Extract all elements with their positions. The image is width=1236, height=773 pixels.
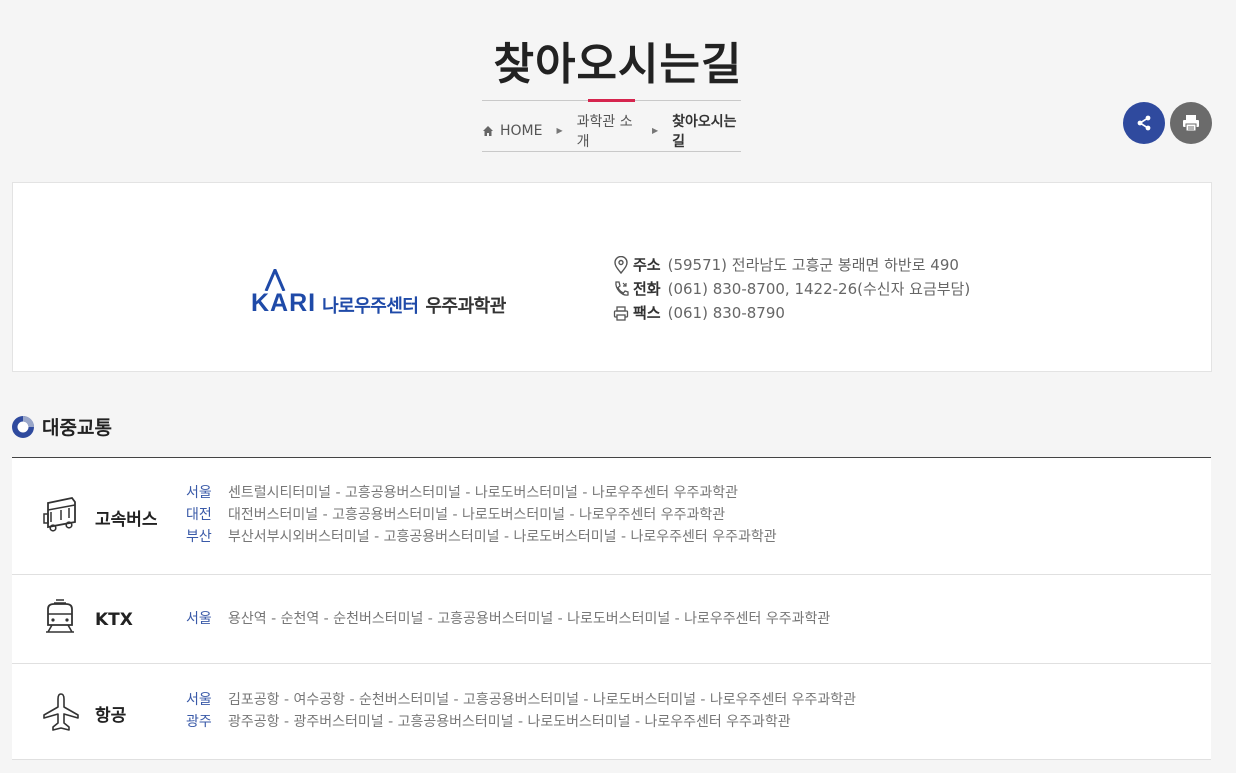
route-item: 광주 광주공항 - 광주버스터미널 - 고흥공용버스터미널 - 나로도버스터미널… — [186, 711, 856, 733]
route-city: 대전 — [186, 507, 212, 523]
route-path: 용산역 - 순천역 - 순천버스터미널 - 고흥공용버스터미널 - 나로도버스터… — [228, 611, 831, 627]
phone-label: 전화 — [633, 280, 661, 298]
address-label: 주소 — [633, 256, 661, 274]
bus-icon — [43, 497, 76, 532]
breadcrumb-separator-icon: ▶ — [651, 126, 659, 135]
transit-mode-name: KTX — [95, 610, 133, 630]
route-city: 광주 — [186, 714, 212, 730]
route-city: 서울 — [186, 611, 212, 627]
route-path: 광주공항 - 광주버스터미널 - 고흥공용버스터미널 - 나로도버스터미널 - … — [228, 714, 791, 730]
contact-info-box: KARI 나로우주센터 우주과학관 주소 (59571) 전라남도 고흥군 봉래… — [12, 182, 1212, 372]
route-path: 센트럴시티터미널 - 고흥공용버스터미널 - 나로도버스터미널 - 나로우주센터… — [228, 485, 738, 501]
route-path: 부산서부시외버스터미널 - 고흥공용버스터미널 - 나로도버스터미널 - 나로우… — [228, 529, 777, 545]
transit-mode-ktx: KTX 서울 용산역 - 순천역 - 순천버스터미널 - 고흥공용버스터미널 -… — [12, 575, 1211, 664]
airplane-icon — [43, 693, 79, 731]
title-accent-bar — [588, 99, 635, 102]
phone-row: 전화 (061) 830-8700, 1422-26(수신자 요금부담) — [613, 277, 970, 301]
logo-museum-text: 우주과학관 — [425, 296, 506, 317]
route-list: 서울 김포공항 - 여수공항 - 순천버스터미널 - 고흥공용버스터미널 - 나… — [186, 689, 856, 733]
route-city: 서울 — [186, 692, 212, 708]
contact-list: 주소 (59571) 전라남도 고흥군 봉래면 하반로 490 전화 (061)… — [613, 253, 970, 325]
phone-value: (061) 830-8700, 1422-26(수신자 요금부담) — [667, 280, 971, 298]
train-icon — [46, 599, 74, 633]
fax-row: 팩스 (061) 830-8790 — [613, 301, 970, 325]
breadcrumb-current: 찾아오시는길 — [672, 114, 737, 150]
breadcrumb-home[interactable]: HOME — [500, 123, 542, 139]
museum-logo: KARI 나로우주센터 우주과학관 — [251, 266, 506, 316]
transit-section-title: 대중교통 — [42, 417, 112, 439]
route-list: 서울 용산역 - 순천역 - 순천버스터미널 - 고흥공용버스터미널 - 나로도… — [186, 608, 830, 630]
route-list: 서울 센트럴시티터미널 - 고흥공용버스터미널 - 나로도버스터미널 - 나로우… — [186, 482, 777, 548]
breadcrumb: HOME ▶ 과학관 소개 ▶ 찾아오시는길 — [482, 111, 741, 152]
fax-value: (061) 830-8790 — [667, 304, 785, 322]
fax-icon — [613, 306, 629, 321]
phone-icon — [615, 281, 629, 296]
transit-mode-name: 항공 — [95, 706, 127, 726]
address-value: (59571) 전라남도 고흥군 봉래면 하반로 490 — [667, 256, 959, 274]
route-item: 대전 대전버스터미널 - 고흥공용버스터미널 - 나로도버스터미널 - 나로우주… — [186, 504, 777, 526]
location-pin-icon — [614, 256, 628, 274]
route-city: 부산 — [186, 529, 212, 545]
route-item: 서울 센트럴시티터미널 - 고흥공용버스터미널 - 나로도버스터미널 - 나로우… — [186, 482, 777, 504]
breadcrumb-about[interactable]: 과학관 소개 — [577, 111, 638, 151]
print-button[interactable] — [1170, 102, 1212, 144]
share-icon — [1137, 115, 1151, 131]
route-item: 서울 김포공항 - 여수공항 - 순천버스터미널 - 고흥공용버스터미널 - 나… — [186, 689, 856, 711]
route-item: 부산 부산서부시외버스터미널 - 고흥공용버스터미널 - 나로도버스터미널 - … — [186, 526, 777, 548]
share-button[interactable] — [1123, 102, 1165, 144]
address-row: 주소 (59571) 전라남도 고흥군 봉래면 하반로 490 — [613, 253, 970, 277]
breadcrumb-separator-icon: ▶ — [556, 126, 563, 135]
kari-logo: KARI — [251, 269, 316, 316]
route-item: 서울 용산역 - 순천역 - 순천버스터미널 - 고흥공용버스터미널 - 나로도… — [186, 608, 830, 630]
transit-mode-bus: 고속버스 서울 센트럴시티터미널 - 고흥공용버스터미널 - 나로도버스터미널 … — [12, 458, 1211, 575]
route-path: 대전버스터미널 - 고흥공용버스터미널 - 나로도버스터미널 - 나로우주센터 … — [228, 507, 726, 523]
printer-icon — [1183, 115, 1199, 132]
page-title: 찾아오시는길 — [493, 39, 743, 90]
home-icon[interactable] — [482, 125, 494, 137]
route-path: 김포공항 - 여수공항 - 순천버스터미널 - 고흥공용버스터미널 - 나로도버… — [228, 692, 857, 708]
transit-section-header: 대중교통 — [12, 413, 112, 440]
donut-bullet-icon — [12, 415, 34, 438]
fax-label: 팩스 — [633, 304, 661, 322]
transit-mode-air: 항공 서울 김포공항 - 여수공항 - 순천버스터미널 - 고흥공용버스터미널 … — [12, 664, 1211, 760]
route-city: 서울 — [186, 485, 212, 501]
logo-center-text: 나로우주센터 — [322, 296, 419, 317]
transit-mode-name: 고속버스 — [95, 510, 158, 530]
